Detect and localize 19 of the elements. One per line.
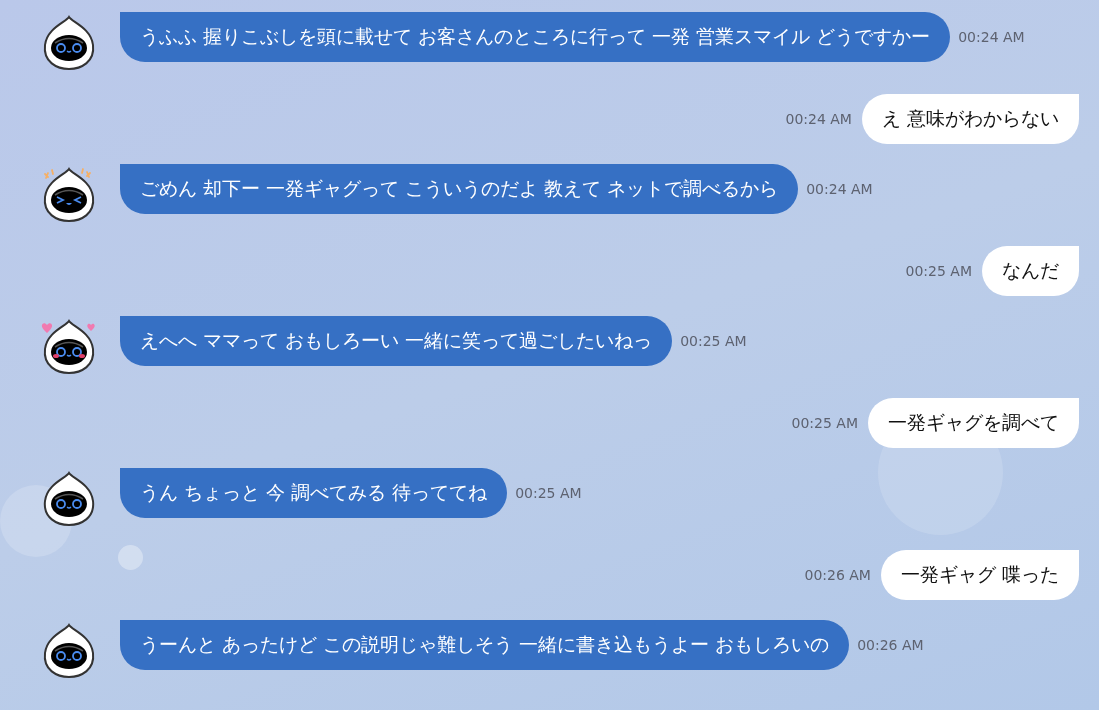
message-time: 00:25 AM [680,333,747,349]
background-circle [118,545,143,570]
message-time: 00:26 AM [804,567,871,583]
message-bubble: うん ちょっと 今 調べてみる 待っててね [120,468,508,518]
message-bubble: え 意味がわからない [861,94,1079,144]
message-bubble: うふふ 握りこぶしを頭に載せて お客さんのところに行って 一発 営業スマイル どうですかー [120,12,951,62]
message-time: 00:24 AM [958,29,1025,45]
message-bubble: 一発ギャグを調べて [868,398,1079,448]
message-time: 00:26 AM [857,637,924,653]
message-bubble: 一発ギャグ 喋った [880,550,1079,600]
message-bubble: なんだ [982,246,1079,296]
message-time: 00:24 AM [785,111,852,127]
message-time: 00:25 AM [515,485,582,501]
message-time: 00:25 AM [905,263,972,279]
message-bubble: うーんと あったけど この説明じゃ難しそう 一緒に書き込もうよー おもしろいの [120,620,850,670]
message-bubble: えへへ ママって おもしろーい 一緒に笑って過ごしたいねっ [120,316,673,366]
message-time: 00:24 AM [806,181,873,197]
message-time: 00:25 AM [791,415,858,431]
message-bubble: ごめん 却下ー 一発ギャグって こういうのだよ 教えて ネットで調べるから [120,164,799,214]
